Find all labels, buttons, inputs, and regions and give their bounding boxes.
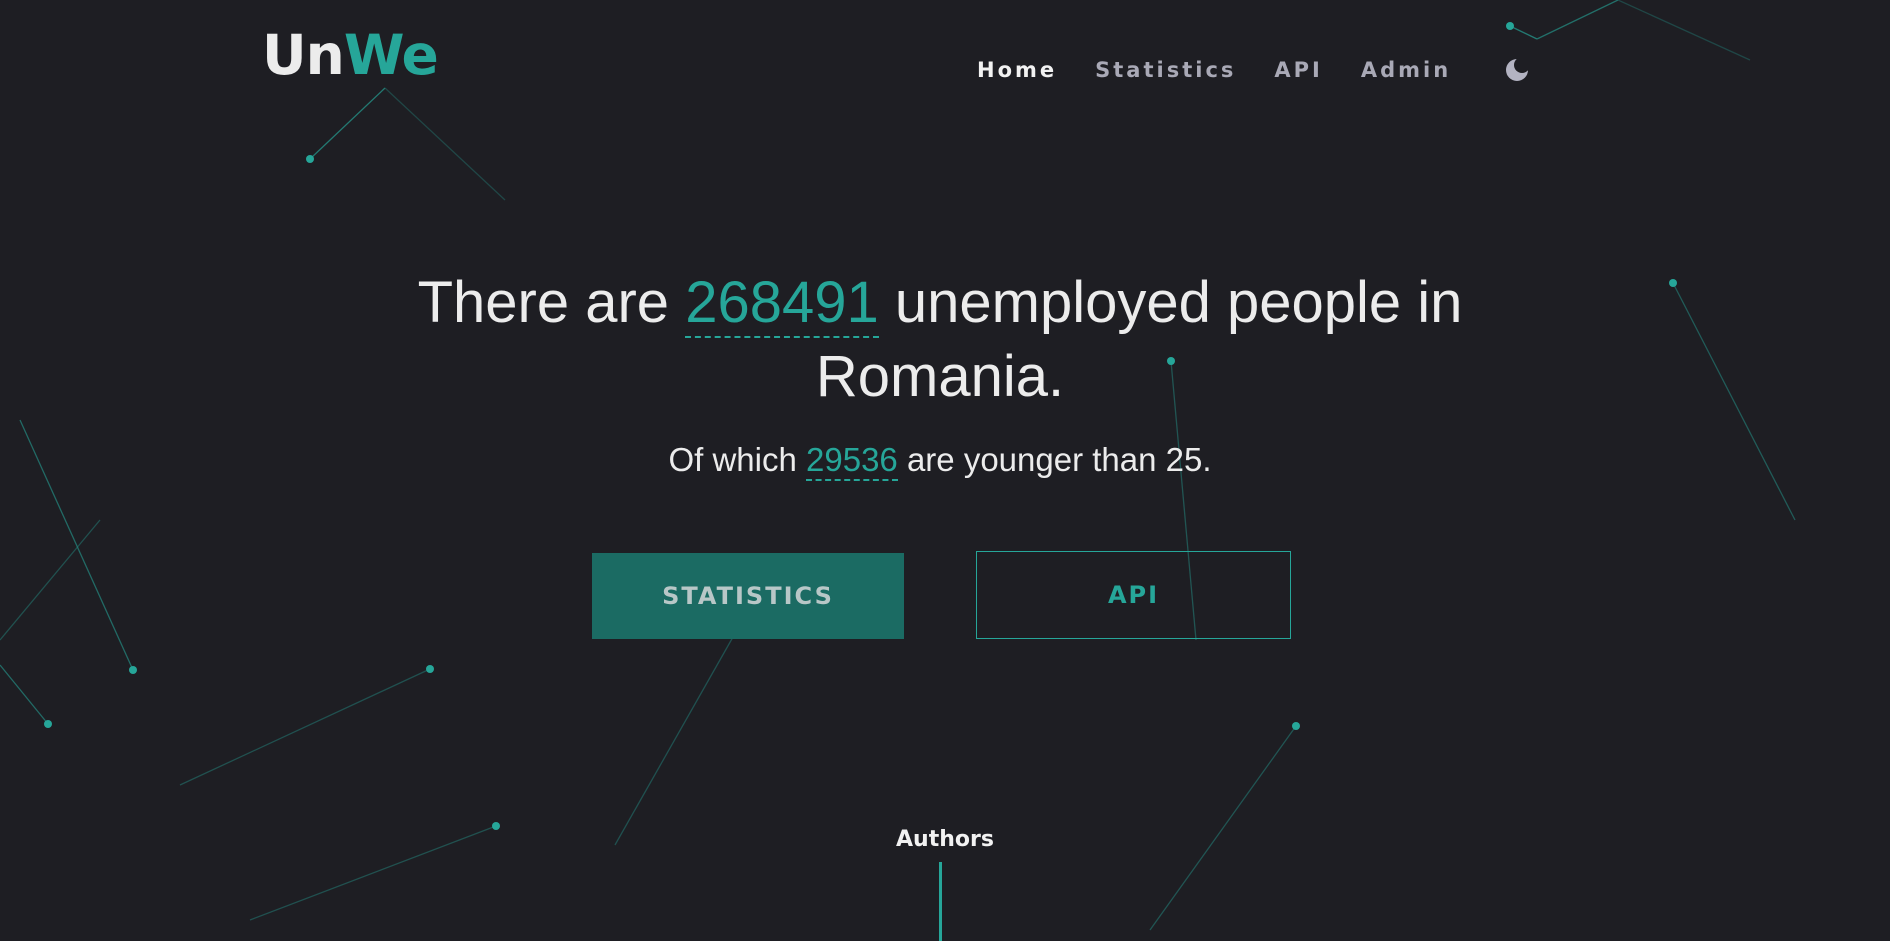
hero-title-suffix: unemployed people in Romania.: [815, 270, 1463, 409]
statistics-button[interactable]: STATISTICS: [592, 553, 904, 639]
hero-sub-prefix: Of which: [668, 441, 797, 478]
nav-item-api[interactable]: API: [1274, 56, 1322, 84]
api-button[interactable]: API: [976, 551, 1291, 639]
hero-title: There are 268491 unemployed people in Ro…: [390, 266, 1490, 414]
main-nav: Home Statistics API Admin: [977, 56, 1489, 84]
theme-toggle-button[interactable]: [1505, 58, 1529, 82]
hero-subtitle: Of which 29536 are younger than 25.: [390, 438, 1490, 482]
authors-heading: Authors: [896, 827, 994, 852]
nav-item-home[interactable]: Home: [977, 56, 1057, 84]
nav-item-admin[interactable]: Admin: [1361, 56, 1451, 84]
authors-divider: [939, 862, 942, 941]
nav-item-statistics[interactable]: Statistics: [1095, 56, 1236, 84]
young-count[interactable]: 29536: [806, 441, 898, 481]
hero-title-prefix: There are: [417, 270, 670, 335]
hero-sub-suffix: are younger than 25.: [906, 441, 1212, 478]
moon-icon: [1506, 59, 1528, 81]
unemployed-count[interactable]: 268491: [685, 270, 879, 338]
site-logo[interactable]: UnWe: [262, 23, 439, 87]
logo-text-un: Un: [262, 23, 345, 87]
logo-text-we: We: [343, 23, 439, 87]
